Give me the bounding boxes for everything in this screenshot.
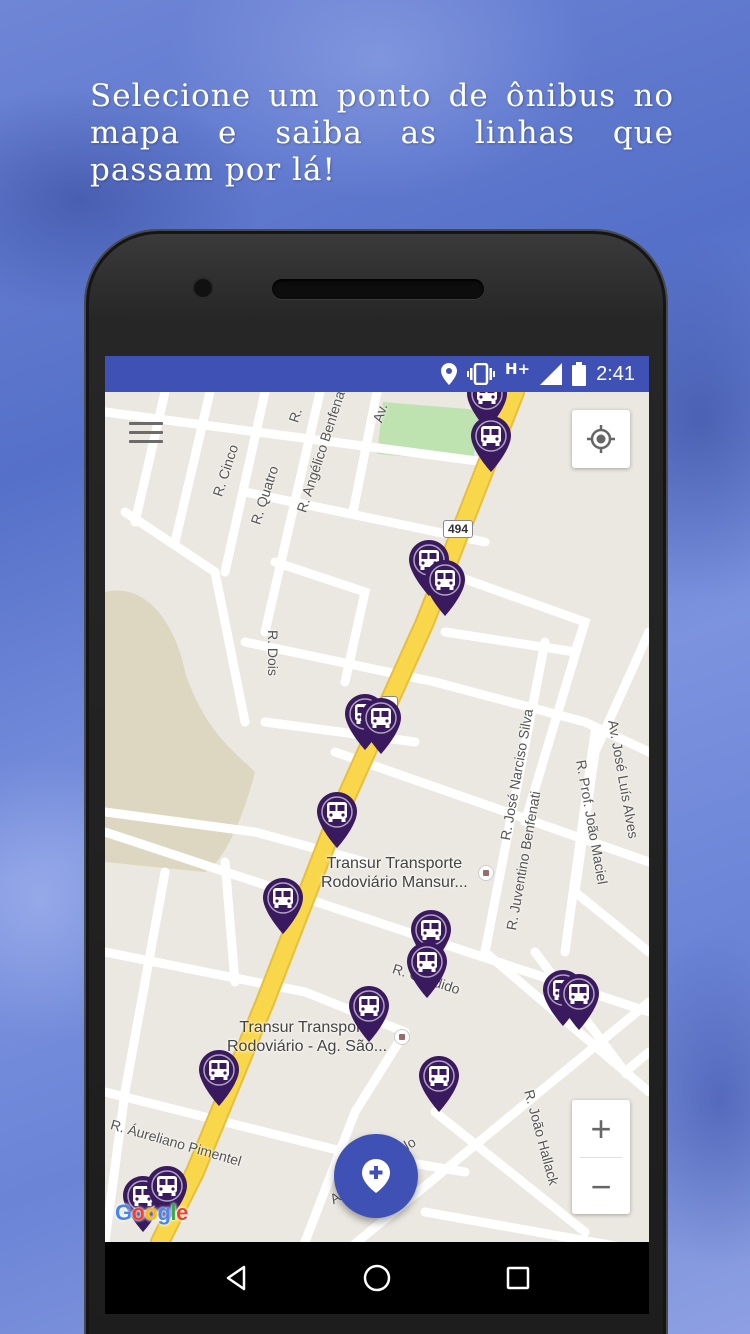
clock: 2:41 [596, 362, 635, 385]
bus-stop-pin-icon [419, 1056, 459, 1112]
add-location-button[interactable] [334, 1134, 418, 1218]
bus-stop-pin-icon [199, 1050, 239, 1106]
bus-stop-pin[interactable] [425, 560, 465, 616]
zoom-out-button[interactable]: − [572, 1158, 630, 1215]
bus-stop-pin-icon [263, 878, 303, 934]
phone-screen: H+ 2:41 R. Cinco R. Quatro R. Angélico B… [105, 356, 649, 1314]
bus-stop-pin[interactable] [317, 792, 357, 848]
bus-stop-pin-icon [425, 560, 465, 616]
recents-icon [507, 1266, 530, 1290]
add-location-icon [362, 1159, 390, 1193]
route-shield: 494 [443, 520, 474, 538]
bus-stop-pin[interactable] [361, 698, 401, 754]
menu-button[interactable] [129, 422, 163, 450]
status-bar: H+ 2:41 [105, 356, 649, 392]
my-location-button[interactable] [572, 410, 630, 468]
back-button[interactable] [216, 1258, 256, 1298]
bus-stop-pin[interactable] [407, 942, 447, 998]
bus-stop-pin[interactable] [471, 416, 511, 472]
vibrate-icon [466, 363, 495, 385]
zoom-in-button[interactable]: + [572, 1100, 630, 1157]
google-logo: Google [115, 1200, 188, 1225]
speaker-grille [272, 279, 484, 299]
bus-stop-pin[interactable] [199, 1050, 239, 1106]
bus-stop-pin[interactable] [559, 974, 599, 1030]
place-icon[interactable] [395, 1030, 409, 1044]
home-icon [363, 1264, 391, 1292]
bus-stop-pin-icon [317, 792, 357, 848]
my-location-icon [587, 425, 615, 453]
signal-icon [540, 363, 563, 385]
bus-stop-pin-icon [471, 416, 511, 472]
recents-button[interactable] [498, 1258, 538, 1298]
bus-stop-pin[interactable] [263, 878, 303, 934]
place-label[interactable]: Transur Transporte Rodoviário Mansur... [321, 854, 468, 892]
network-type: H+ [504, 360, 531, 378]
headline: Selecione um ponto de ônibus no mapa e s… [90, 78, 674, 188]
menu-icon [129, 422, 163, 425]
battery-icon [572, 362, 587, 386]
map-roads [105, 392, 649, 1242]
location-icon [440, 363, 457, 385]
bus-stop-pin-icon [361, 698, 401, 754]
bus-stop-pin-icon [407, 942, 447, 998]
zoom-controls: + − [572, 1100, 630, 1214]
bus-stop-pin-icon [349, 986, 389, 1042]
place-icon[interactable] [479, 866, 493, 880]
bus-stop-pin-icon [559, 974, 599, 1030]
map-view[interactable]: R. Cinco R. Quatro R. Angélico Benfenati… [105, 392, 649, 1242]
back-icon [226, 1265, 245, 1291]
bus-stop-pin[interactable] [349, 986, 389, 1042]
bus-stop-pin[interactable] [419, 1056, 459, 1112]
camera-icon [194, 279, 212, 297]
navigation-bar [105, 1242, 649, 1314]
home-button[interactable] [357, 1258, 397, 1298]
street-label: R. Dois [265, 630, 281, 676]
